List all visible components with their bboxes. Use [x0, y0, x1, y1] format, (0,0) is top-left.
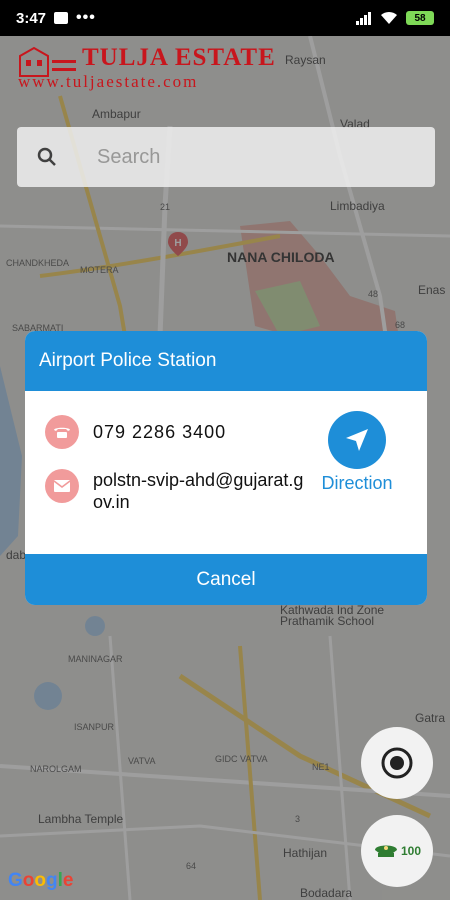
battery-icon: 58	[406, 11, 434, 25]
phone-icon	[45, 415, 79, 449]
search-bar[interactable]	[17, 127, 435, 187]
email-icon	[45, 469, 79, 503]
dialog-header: Airport Police Station	[25, 331, 427, 391]
police-helpline-number: 100	[400, 844, 422, 858]
google-logo: Google	[8, 870, 74, 891]
target-icon	[381, 747, 413, 779]
more-notifications-icon: •••	[76, 9, 96, 26]
status-bar: 3:47 ••• 58	[0, 0, 450, 36]
police-cap-icon	[374, 845, 397, 857]
dialog-title: Airport Police Station	[39, 350, 217, 371]
my-location-button[interactable]	[361, 727, 433, 799]
tulja-estate-logo-icon	[19, 46, 76, 77]
signal-icon	[356, 12, 371, 25]
status-time: 3:47	[16, 9, 47, 27]
email-row[interactable]: polstn-svip-ahd@gujarat.gov.in	[45, 469, 313, 513]
email-address[interactable]: polstn-svip-ahd@gujarat.gov.in	[93, 469, 313, 513]
phone-row[interactable]: 079 2286 3400	[45, 415, 226, 449]
search-input[interactable]	[97, 145, 397, 169]
cancel-button[interactable]: Cancel	[25, 554, 427, 605]
direction-button[interactable]: Direction	[315, 411, 399, 494]
police-station-dialog: Airport Police Station 079 2286 3400 pol…	[25, 331, 427, 605]
police-helpline-button[interactable]: 100	[361, 815, 433, 887]
navigation-arrow-icon[interactable]	[328, 411, 386, 469]
watermark-logo: TULJA ESTATE www.tuljaestate.com	[18, 44, 276, 92]
wifi-icon	[381, 11, 397, 24]
search-icon[interactable]	[17, 147, 77, 167]
message-icon	[54, 12, 69, 24]
dialog-body: 079 2286 3400 polstn-svip-ahd@gujarat.go…	[25, 391, 427, 554]
direction-label[interactable]: Direction	[321, 473, 392, 494]
phone-number[interactable]: 079 2286 3400	[93, 421, 226, 443]
